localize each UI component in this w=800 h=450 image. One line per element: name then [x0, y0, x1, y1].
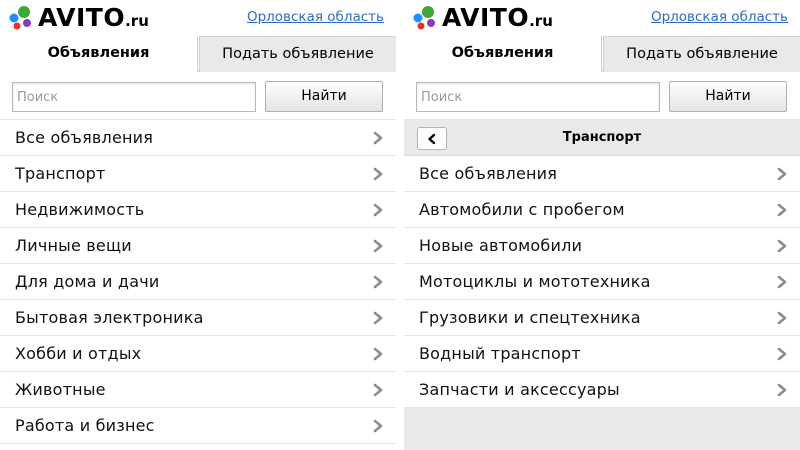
list-item-label: Мотоциклы и мототехника: [419, 272, 651, 291]
category-item-animals[interactable]: Животные: [0, 372, 396, 408]
category-item-electronics[interactable]: Бытовая электроника: [0, 300, 396, 336]
chevron-right-icon: [777, 311, 787, 325]
subcategory-item-used-cars[interactable]: Автомобили с пробегом: [404, 192, 800, 228]
subcategory-item-parts[interactable]: Запчасти и аксессуары: [404, 372, 800, 408]
search-button[interactable]: Найти: [265, 81, 383, 112]
chevron-left-icon: [428, 133, 436, 144]
list-item-label: Запчасти и аксессуары: [419, 380, 620, 399]
tab-bar: Объявления Подать объявление: [404, 36, 800, 72]
tab-post-listing[interactable]: Подать объявление: [603, 36, 800, 72]
chevron-right-icon: [373, 383, 383, 397]
logo-domain: .ru: [125, 12, 149, 30]
chevron-right-icon: [777, 383, 787, 397]
avito-dots-logo-icon: [9, 6, 31, 30]
chevron-right-icon: [373, 347, 383, 361]
chevron-right-icon: [777, 239, 787, 253]
chevron-right-icon: [373, 203, 383, 217]
subcategory-item-motorcycles[interactable]: Мотоциклы и мототехника: [404, 264, 800, 300]
list-item-label: Все объявления: [419, 164, 558, 183]
search-input[interactable]: [416, 82, 660, 112]
subcategory-item-trucks[interactable]: Грузовики и спецтехника: [404, 300, 800, 336]
tab-listings[interactable]: Объявления: [0, 36, 198, 72]
category-header: Транспорт: [404, 120, 800, 156]
list-item-label: Личные вещи: [15, 236, 132, 255]
chevron-right-icon: [373, 311, 383, 325]
app-header: AVITO .ru Орловская область: [404, 0, 800, 36]
category-screen-transport: AVITO .ru Орловская область Объявления П…: [404, 0, 800, 450]
category-item-hobby[interactable]: Хобби и отдых: [0, 336, 396, 372]
chevron-right-icon: [777, 347, 787, 361]
list-item-label: Все объявления: [15, 128, 154, 147]
region-link[interactable]: Орловская область: [247, 9, 384, 25]
tab-listings[interactable]: Объявления: [404, 36, 602, 72]
category-item-all[interactable]: Все объявления: [0, 120, 396, 156]
logo-wordmark: AVITO: [38, 3, 126, 32]
list-item-label: Недвижимость: [15, 200, 145, 219]
category-item-transport[interactable]: Транспорт: [0, 156, 396, 192]
category-title: Транспорт: [562, 130, 642, 145]
subcategory-item-all[interactable]: Все объявления: [404, 156, 800, 192]
category-item-real-estate[interactable]: Недвижимость: [0, 192, 396, 228]
category-item-personal-items[interactable]: Личные вещи: [0, 228, 396, 264]
logo-wordmark: AVITO: [442, 3, 530, 32]
list-item-label: Работа и бизнес: [15, 416, 155, 435]
chevron-right-icon: [373, 275, 383, 289]
category-list: Все объявления Транспорт Недвижимость Ли…: [0, 120, 396, 444]
list-item-label: Грузовики и спецтехника: [419, 308, 641, 327]
tab-post-listing[interactable]: Подать объявление: [199, 36, 396, 72]
chevron-right-icon: [373, 419, 383, 433]
chevron-right-icon: [373, 131, 383, 145]
chevron-right-icon: [373, 167, 383, 181]
avito-logo[interactable]: AVITO .ru: [410, 4, 553, 32]
category-screen-main: AVITO .ru Орловская область Объявления П…: [0, 0, 396, 450]
list-item-label: Транспорт: [15, 164, 106, 183]
chevron-right-icon: [777, 167, 787, 181]
chevron-right-icon: [777, 203, 787, 217]
list-item-label: Новые автомобили: [419, 236, 583, 255]
chevron-right-icon: [777, 275, 787, 289]
list-item-label: Хобби и отдых: [15, 344, 142, 363]
search-bar: Найти: [0, 72, 396, 120]
list-item-label: Бытовая электроника: [15, 308, 204, 327]
list-item-label: Автомобили с пробегом: [419, 200, 625, 219]
search-input[interactable]: [12, 82, 256, 112]
search-button[interactable]: Найти: [669, 81, 787, 112]
search-bar: Найти: [404, 72, 800, 120]
chevron-right-icon: [373, 239, 383, 253]
list-item-label: Для дома и дачи: [15, 272, 160, 291]
subcategory-item-water-transport[interactable]: Водный транспорт: [404, 336, 800, 372]
list-item-label: Животные: [15, 380, 106, 399]
tab-bar: Объявления Подать объявление: [0, 36, 396, 72]
list-item-label: Водный транспорт: [419, 344, 581, 363]
app-header: AVITO .ru Орловская область: [0, 0, 396, 36]
subcategory-item-new-cars[interactable]: Новые автомобили: [404, 228, 800, 264]
back-button[interactable]: [417, 127, 447, 150]
logo-domain: .ru: [529, 12, 553, 30]
avito-dots-logo-icon: [413, 6, 435, 30]
avito-logo[interactable]: AVITO .ru: [6, 4, 149, 32]
category-item-jobs-business[interactable]: Работа и бизнес: [0, 408, 396, 444]
region-link[interactable]: Орловская область: [651, 9, 788, 25]
category-item-home-garden[interactable]: Для дома и дачи: [0, 264, 396, 300]
subcategory-list: Все объявления Автомобили с пробегом Нов…: [404, 156, 800, 408]
